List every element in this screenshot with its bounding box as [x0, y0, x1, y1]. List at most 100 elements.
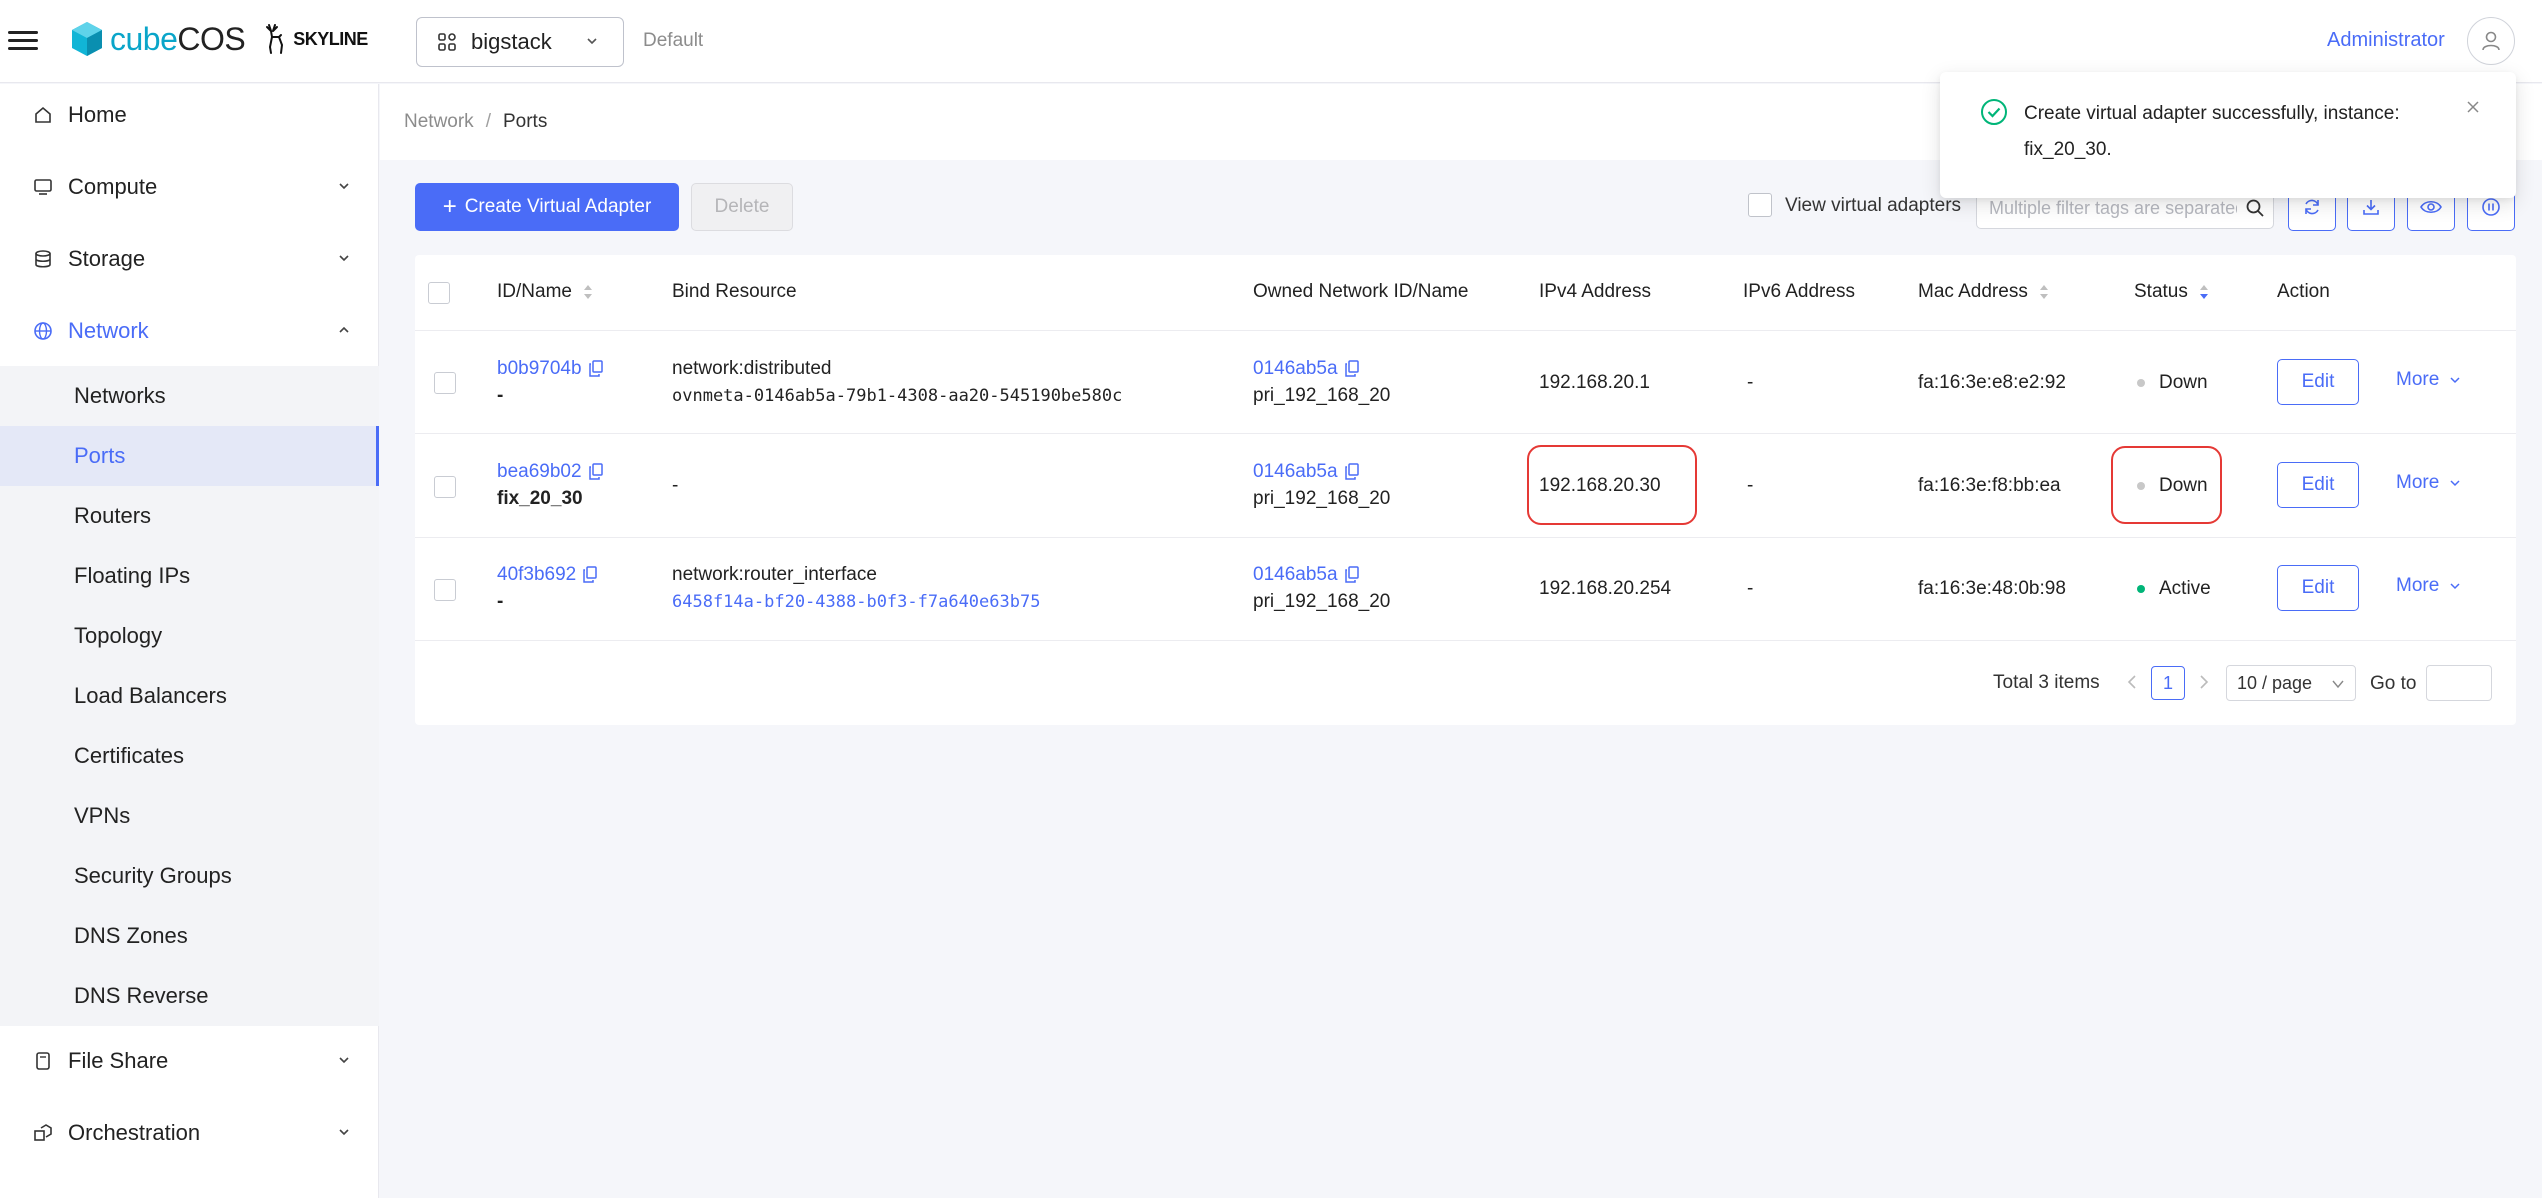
- user-avatar[interactable]: [2467, 17, 2515, 65]
- more-dropdown[interactable]: More: [2396, 472, 2461, 494]
- bind-resource: network:router_interface 6458f14a-bf20-4…: [672, 564, 1041, 612]
- more-dropdown[interactable]: More: [2396, 369, 2461, 391]
- network-id-link[interactable]: 0146ab5a: [1253, 358, 1338, 379]
- page-1-button[interactable]: 1: [2151, 666, 2185, 700]
- column-ipv6: IPv6 Address: [1743, 281, 1855, 302]
- column-id-name[interactable]: ID/Name: [497, 281, 594, 303]
- skyline-logo: SKYLINE: [263, 23, 368, 55]
- top-header: cubeCOS SKYLINE bigstack Default Adminis…: [0, 0, 2542, 83]
- view-virtual-adapters-checkbox[interactable]: [1748, 193, 1772, 217]
- mac-address: fa:16:3e:48:0b:98: [1918, 578, 2066, 599]
- column-status[interactable]: Status: [2134, 281, 2210, 303]
- sidebar-item-label: Home: [68, 102, 127, 127]
- project-selector[interactable]: bigstack: [416, 17, 624, 67]
- sidebar-item-topology[interactable]: Topology: [0, 606, 379, 666]
- router-id-link[interactable]: 6458f14a-bf20-4388-b0f3-f7a640e63b75: [672, 592, 1040, 612]
- sidebar-item-home[interactable]: Home: [0, 87, 379, 143]
- search-icon[interactable]: [2245, 198, 2265, 218]
- download-icon: [2363, 200, 2379, 215]
- pagination-total: Total 3 items: [1993, 672, 2100, 693]
- view-virtual-adapters-label: View virtual adapters: [1785, 195, 1962, 216]
- breadcrumb-parent[interactable]: Network: [404, 111, 474, 132]
- copy-icon[interactable]: [1344, 463, 1360, 481]
- status-dot: [2137, 481, 2145, 490]
- row-checkbox[interactable]: [434, 476, 456, 498]
- sort-icon: [2039, 285, 2048, 299]
- sidebar-item-vpns[interactable]: VPNs: [0, 786, 379, 846]
- copy-icon[interactable]: [588, 463, 604, 481]
- sort-icon: [583, 285, 592, 299]
- column-mac[interactable]: Mac Address: [1918, 281, 2050, 303]
- network-id-link[interactable]: 0146ab5a: [1253, 461, 1338, 482]
- sidebar-item-ports[interactable]: Ports: [0, 426, 379, 486]
- create-virtual-adapter-button[interactable]: + Create Virtual Adapter: [415, 183, 679, 231]
- goto-page-input[interactable]: [2426, 665, 2492, 701]
- sidebar-item-certificates[interactable]: Certificates: [0, 726, 379, 786]
- refresh-icon: [2305, 199, 2319, 215]
- sidebar-item-label: File Share: [68, 1048, 169, 1073]
- sidebar-item-network[interactable]: Network: [0, 303, 379, 359]
- goto-label: Go to: [2370, 673, 2417, 694]
- port-id-link[interactable]: 40f3b692: [497, 564, 576, 585]
- row-checkbox[interactable]: [434, 372, 456, 394]
- port-id-link[interactable]: bea69b02: [497, 461, 582, 482]
- copy-icon[interactable]: [1344, 360, 1360, 378]
- table-row: b0b9704b - network:distributed ovnmeta-0…: [415, 331, 2516, 434]
- chevron-up-icon: [339, 326, 349, 333]
- sidebar-item-file-share[interactable]: File Share: [0, 1033, 379, 1089]
- sidebar-item-storage[interactable]: Storage: [0, 231, 379, 287]
- chevron-down-icon: [339, 183, 349, 190]
- sidebar-item-routers[interactable]: Routers: [0, 486, 379, 546]
- ipv6-address: -: [1747, 475, 1754, 496]
- network-id-link[interactable]: 0146ab5a: [1253, 564, 1338, 585]
- port-id-link[interactable]: b0b9704b: [497, 358, 582, 379]
- row-checkbox[interactable]: [434, 579, 456, 601]
- prev-page-icon[interactable]: [2124, 672, 2140, 692]
- sidebar-item-dns-zones[interactable]: DNS Zones: [0, 906, 379, 966]
- column-owned-network: Owned Network ID/Name: [1253, 281, 1469, 302]
- globe-icon: [32, 320, 54, 342]
- owned-network: 0146ab5a pri_192_168_20: [1253, 461, 1391, 509]
- sidebar-item-security-groups[interactable]: Security Groups: [0, 846, 379, 906]
- chevron-down-icon: [339, 255, 349, 262]
- copy-icon[interactable]: [582, 566, 598, 584]
- sidebar-item-orchestration[interactable]: Orchestration: [0, 1105, 379, 1161]
- copy-icon[interactable]: [1344, 566, 1360, 584]
- copy-icon[interactable]: [588, 360, 604, 378]
- column-bind-resource: Bind Resource: [672, 281, 797, 302]
- ipv6-address: -: [1747, 578, 1754, 599]
- status-badge: Down: [2137, 369, 2208, 396]
- sidebar: Home Compute Storage Network Networks Po…: [0, 84, 379, 1198]
- breadcrumb: Network / Ports: [404, 111, 548, 132]
- ipv6-address: -: [1747, 372, 1754, 393]
- sidebar-item-compute[interactable]: Compute: [0, 159, 379, 215]
- sidebar-item-floating-ips[interactable]: Floating IPs: [0, 546, 379, 606]
- page-size-select[interactable]: 10 / page: [2226, 665, 2356, 701]
- sidebar-item-networks[interactable]: Networks: [0, 366, 379, 426]
- delete-button[interactable]: Delete: [691, 183, 793, 231]
- bind-resource: -: [672, 475, 679, 496]
- port-id-name: 40f3b692 -: [497, 561, 598, 615]
- select-all-checkbox[interactable]: [428, 282, 450, 304]
- chevron-down-icon: [2450, 480, 2460, 487]
- status-badge: Down: [2137, 472, 2208, 499]
- table-row: bea69b02 fix_20_30 - 0146ab5a pri_192_16…: [415, 435, 2516, 538]
- close-icon[interactable]: [2465, 99, 2481, 115]
- sidebar-item-load-balancers[interactable]: Load Balancers: [0, 666, 379, 726]
- edit-button[interactable]: Edit: [2277, 359, 2359, 405]
- brand-name: cubeCOS: [110, 20, 246, 57]
- user-icon: [2482, 31, 2500, 51]
- more-dropdown[interactable]: More: [2396, 575, 2461, 597]
- orchestration-icon: [32, 1122, 54, 1144]
- sidebar-item-dns-reverse[interactable]: DNS Reverse: [0, 966, 379, 1026]
- edit-button[interactable]: Edit: [2277, 462, 2359, 508]
- edit-button[interactable]: Edit: [2277, 565, 2359, 611]
- plus-icon: +: [442, 193, 457, 220]
- next-page-icon[interactable]: [2196, 672, 2212, 692]
- menu-toggle-icon[interactable]: [8, 26, 38, 56]
- user-name-link[interactable]: Administrator: [2327, 29, 2445, 52]
- port-id-name: bea69b02 fix_20_30: [497, 458, 604, 512]
- brand-logo[interactable]: cubeCOS SKYLINE: [70, 20, 368, 58]
- column-action: Action: [2277, 281, 2330, 302]
- apps-icon: [438, 33, 456, 51]
